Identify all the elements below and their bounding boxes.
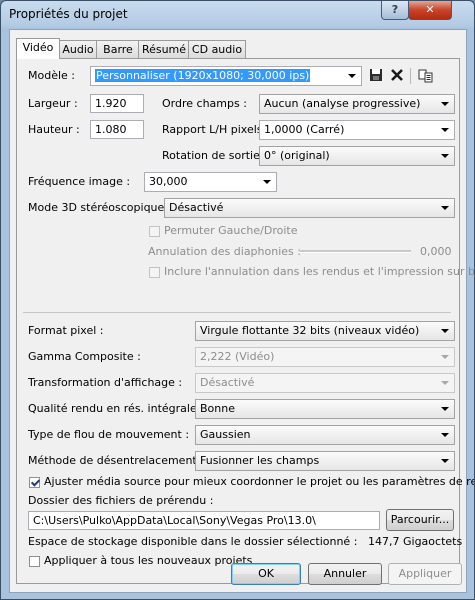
largeur-field[interactable]: 1.920 <box>90 94 144 113</box>
annulation-slider[interactable] <box>299 250 411 253</box>
hauteur-label: Hauteur : <box>28 123 80 136</box>
rapport-pixels-value: 1,0000 (Carré) <box>264 123 345 136</box>
annuler-button[interactable]: Annuler <box>308 563 382 585</box>
chevron-down-icon <box>441 128 449 132</box>
chevron-down-icon <box>441 355 449 359</box>
tab-audio[interactable]: Audio <box>58 40 98 58</box>
appliquer-tous-label: Appliquer à tous les nouveaux projets <box>44 554 253 567</box>
format-pixel-label: Format pixel : <box>28 324 104 337</box>
window-title: Propriétés du projet <box>9 7 128 21</box>
espace-label: Espace de stockage disponible dans le do… <box>28 535 358 548</box>
flou-dropdown[interactable]: Gaussien <box>195 425 455 445</box>
permuter-label: Permuter Gauche/Droite <box>164 224 298 237</box>
tab-video[interactable]: Vidéo <box>16 38 60 59</box>
mode3d-dropdown[interactable]: Désactivé <box>164 198 455 218</box>
flou-label: Type de flou de mouvement : <box>28 428 190 441</box>
qualite-value: Bonne <box>200 402 235 415</box>
appliquer-button[interactable]: Appliquer <box>388 563 462 585</box>
mode3d-label: Mode 3D stéréoscopique : <box>28 201 172 214</box>
gamma-dropdown[interactable]: 2,222 (Vidéo) <box>195 347 455 367</box>
espace-value: 147,7 Gigaoctets <box>368 535 463 548</box>
transformation-label: Transformation d'affichage : <box>28 376 183 389</box>
close-button[interactable]: ✕ <box>408 1 452 20</box>
desentrelacement-value: Fusionner les champs <box>200 454 320 467</box>
chevron-down-icon <box>441 407 449 411</box>
rapport-pixels-label: Rapport L/H pixels : <box>162 123 270 136</box>
chevron-down-icon <box>441 459 449 463</box>
annulation-label: Annulation des diaphonies : <box>148 245 301 258</box>
copy-properties-icon[interactable] <box>418 68 434 84</box>
flou-value: Gaussien <box>200 428 251 441</box>
rapport-pixels-dropdown[interactable]: 1,0000 (Carré) <box>259 120 455 140</box>
project-properties-window: Propriétés du projet ? ✕ Vidéo Audio Bar… <box>0 0 475 600</box>
gamma-value: 2,222 (Vidéo) <box>200 350 275 363</box>
toolbar-separator <box>410 68 411 84</box>
hauteur-field[interactable]: 1.080 <box>90 120 144 139</box>
ok-button[interactable]: OK <box>231 563 301 585</box>
format-pixel-value: Virgule flottante 32 bits (niveaux vidéo… <box>200 324 420 337</box>
rotation-dropdown[interactable]: 0° (original) <box>259 146 455 166</box>
rotation-value: 0° (original) <box>264 149 330 162</box>
ordre-champs-label: Ordre champs : <box>162 97 247 110</box>
chevron-down-icon <box>441 154 449 158</box>
help-button[interactable]: ? <box>381 1 409 20</box>
chevron-down-icon <box>263 180 271 184</box>
tab-barre[interactable]: Barre <box>96 40 140 58</box>
annulation-value: 0,000 <box>420 245 452 258</box>
save-icon[interactable] <box>368 68 384 84</box>
dossier-label: Dossier des fichiers de prérendu : <box>28 494 214 507</box>
delete-icon[interactable] <box>389 68 405 84</box>
transformation-dropdown[interactable]: Désactivé <box>195 373 455 393</box>
mode3d-value: Désactivé <box>169 201 224 214</box>
chevron-down-icon <box>441 102 449 106</box>
appliquer-tous-checkbox[interactable] <box>29 556 40 567</box>
qualite-label: Qualité rendu en rés. intégrale : <box>28 402 204 415</box>
largeur-label: Largeur : <box>28 97 78 110</box>
section-divider <box>23 312 451 313</box>
desentrelacement-label: Méthode de désentrelacement : <box>28 454 204 467</box>
format-pixel-dropdown[interactable]: Virgule flottante 32 bits (niveaux vidéo… <box>195 321 455 341</box>
video-tab-panel: Modèle : Personnaliser (1920x1080; 30,00… <box>16 58 474 584</box>
tab-resume[interactable]: Résumé <box>138 40 190 58</box>
ajuster-label: Ajuster média source pour mieux coordonn… <box>44 475 475 488</box>
permuter-checkbox[interactable] <box>149 226 160 237</box>
chevron-down-icon <box>441 381 449 385</box>
modele-dropdown[interactable]: Personnaliser (1920x1080; 30,000 ips) <box>90 66 362 86</box>
inclure-checkbox[interactable] <box>149 267 160 278</box>
modele-label: Modèle : <box>28 69 75 82</box>
transformation-value: Désactivé <box>200 376 255 389</box>
frequence-value: 30,000 <box>149 175 188 188</box>
frequence-dropdown[interactable]: 30,000 <box>144 172 277 192</box>
gamma-label: Gamma Composite : <box>28 350 141 363</box>
chevron-down-icon <box>441 433 449 437</box>
ordre-champs-dropdown[interactable]: Aucun (analyse progressive) <box>259 94 455 114</box>
ordre-champs-value: Aucun (analyse progressive) <box>264 97 421 110</box>
parcourir-button[interactable]: Parcourir... <box>386 509 454 531</box>
chevron-down-icon <box>441 206 449 210</box>
desentrelacement-dropdown[interactable]: Fusionner les champs <box>195 451 455 471</box>
dialog-client-area: Vidéo Audio Barre Résumé CD audio Modèle… <box>9 29 474 593</box>
dossier-field[interactable]: C:\Users\Pulko\AppData\Local\Sony\Vegas … <box>28 511 380 530</box>
title-bar[interactable]: Propriétés du projet ? ✕ <box>1 1 474 29</box>
modele-value: Personnaliser (1920x1080; 30,000 ips) <box>95 69 311 82</box>
tab-cd-audio[interactable]: CD audio <box>188 40 246 58</box>
frequence-label: Fréquence image : <box>28 175 131 188</box>
chevron-down-icon <box>348 74 356 78</box>
chevron-down-icon <box>441 329 449 333</box>
ajuster-checkbox[interactable] <box>29 477 40 488</box>
qualite-dropdown[interactable]: Bonne <box>195 399 455 419</box>
rotation-label: Rotation de sortie : <box>162 149 268 162</box>
inclure-label: Inclure l'annulation dans les rendus et … <box>164 265 475 278</box>
